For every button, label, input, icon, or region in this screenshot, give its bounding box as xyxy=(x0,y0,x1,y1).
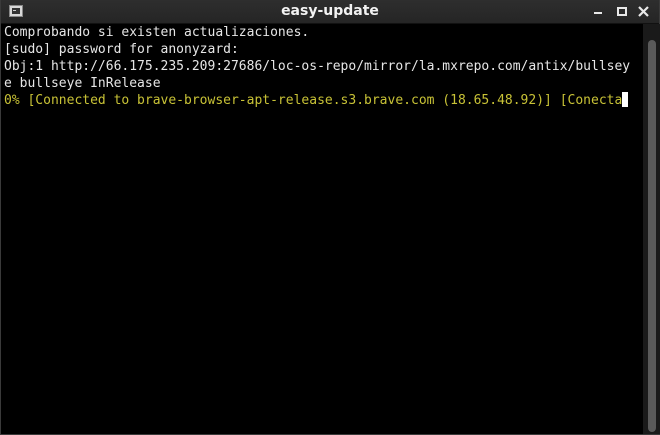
close-icon xyxy=(638,6,649,17)
close-button[interactable] xyxy=(636,3,652,19)
terminal-window: easy-update Comprobando si existen actua… xyxy=(0,0,660,435)
terminal-line: Obj:1 http://66.175.235.209:27686/loc-os… xyxy=(4,59,631,74)
title-bar[interactable]: easy-update xyxy=(1,0,659,24)
text-cursor xyxy=(622,92,629,107)
progress-line: 0% [Connected to brave-browser-apt-relea… xyxy=(4,92,629,109)
maximize-button[interactable] xyxy=(614,3,630,19)
scrollbar-thumb[interactable] xyxy=(648,40,656,432)
scrollbar[interactable] xyxy=(643,24,660,434)
terminal-output[interactable]: Comprobando si existen actualizaciones. … xyxy=(2,24,643,433)
terminal-line: [sudo] password for anonyzard: xyxy=(4,42,239,57)
terminal-line: e bullseye InRelease xyxy=(4,76,161,91)
terminal-line: Comprobando si existen actualizaciones. xyxy=(4,25,310,40)
window-title: easy-update xyxy=(281,3,379,19)
minimize-button[interactable] xyxy=(591,3,607,19)
progress-text: 0% [Connected to brave-browser-apt-relea… xyxy=(4,93,623,108)
